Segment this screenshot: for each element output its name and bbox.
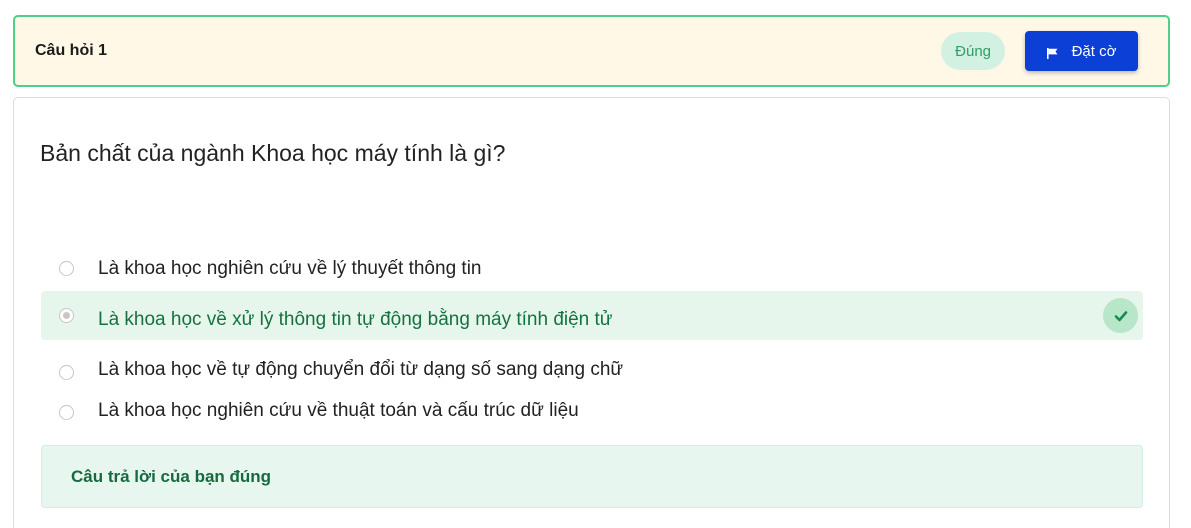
answer-radio-selected[interactable]: [59, 308, 74, 323]
flag-icon: [1046, 46, 1058, 59]
answer-option-selected[interactable]: Là khoa học về xử lý thông tin tự động b…: [41, 291, 1143, 340]
quiz-page: Câu hỏi 1 Đúng Đặt cờ Bản chất của ngành…: [0, 0, 1191, 528]
question-header: Câu hỏi 1 Đúng Đặt cờ: [13, 15, 1170, 87]
status-badge: Đúng: [941, 32, 1005, 70]
answer-option[interactable]: Là khoa học về tự động chuyển đổi từ dạn…: [41, 350, 1143, 394]
question-text: Bản chất của ngành Khoa học máy tính là …: [40, 140, 506, 166]
question-number-title: Câu hỏi 1: [35, 42, 108, 59]
answer-option[interactable]: Là khoa học nghiên cứu về lý thuyết thôn…: [41, 246, 1143, 290]
answer-label: Là khoa học về tự động chuyển đổi từ dạn…: [98, 359, 624, 380]
check-icon: [1103, 298, 1138, 333]
answer-radio[interactable]: [59, 404, 74, 420]
flag-button[interactable]: Đặt cờ: [1025, 31, 1138, 71]
feedback-message: Câu trả lời của bạn đúng: [41, 445, 1143, 508]
answer-label: Là khoa học về xử lý thông tin tự động b…: [98, 309, 613, 330]
answer-radio[interactable]: [59, 260, 74, 276]
question-body: Bản chất của ngành Khoa học máy tính là …: [13, 97, 1170, 528]
answer-label: Là khoa học nghiên cứu về lý thuyết thôn…: [98, 258, 482, 279]
answer-option[interactable]: Là khoa học nghiên cứu về thuật toán và …: [41, 394, 1143, 430]
flag-button-label: Đặt cờ: [1071, 42, 1117, 60]
answer-label: Là khoa học nghiên cứu về thuật toán và …: [98, 400, 579, 421]
answer-radio[interactable]: [59, 364, 74, 380]
